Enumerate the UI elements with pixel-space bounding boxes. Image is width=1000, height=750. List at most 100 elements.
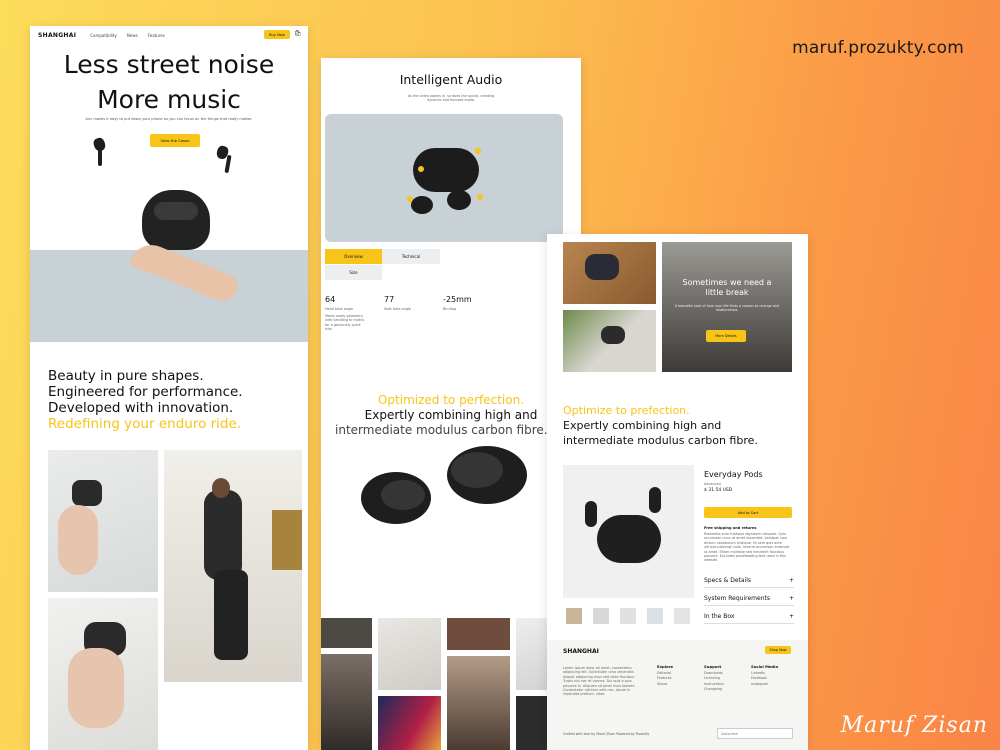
thumbnail-4[interactable]: [647, 608, 663, 624]
more-details-button[interactable]: More Details: [706, 330, 746, 342]
footer-col-support: Support Downloads Licensing Instructions…: [704, 664, 724, 693]
tab-technical[interactable]: Technical: [382, 249, 440, 264]
accordion-label: System Requirements: [704, 595, 770, 602]
accordion-specs[interactable]: Specs & Details +: [704, 577, 794, 588]
add-to-cart-button[interactable]: Add to Cart: [704, 507, 792, 518]
footer-link[interactable]: Instructions: [704, 682, 724, 686]
footer-col-social: Social Media LinkedIn Facebook Instagram: [751, 664, 778, 687]
footer-link[interactable]: Downloads: [704, 671, 723, 675]
hotspot-dot[interactable]: [475, 148, 481, 154]
shop-page-preview: Sometimes we need a little break A beaut…: [547, 234, 808, 750]
section-yellow-line: Redefining your enduro ride.: [48, 416, 242, 432]
plus-icon: +: [788, 577, 794, 584]
hand-holding-case: [68, 648, 124, 728]
hand-shape: [58, 505, 98, 575]
section-title: Intelligent Audio: [399, 72, 503, 87]
heading-line-2: intermediate modulus carbon fibre.: [335, 423, 548, 437]
earbud-shape: [649, 487, 661, 513]
photo-case-on-table: [563, 242, 656, 304]
thumbnail-3[interactable]: [620, 608, 636, 624]
brand-logo[interactable]: SHANGHAI: [38, 32, 76, 39]
hero-title-line2: More music: [97, 85, 241, 114]
heading-line-1: Expertly combining high and: [364, 408, 538, 422]
earbud-left-stem: [98, 148, 102, 166]
nav-link-news[interactable]: News: [127, 33, 138, 38]
heading-line-2: intermediate modulus carbon fibre.: [563, 434, 758, 447]
product-price: $ 31.54 USD: [704, 488, 733, 493]
footer-link[interactable]: Shoes: [657, 682, 667, 686]
yellow-heading: Optimized to perfection.: [377, 393, 525, 407]
footer-link[interactable]: Changelog: [704, 687, 722, 691]
accordion-in-the-box[interactable]: In the Box +: [704, 613, 794, 624]
footer-link[interactable]: Facebook: [751, 676, 767, 680]
case-shape: [597, 515, 661, 563]
section-subtitle: As the video zooms in, so does the sound…: [407, 94, 495, 103]
product-name: Everyday Pods: [704, 470, 763, 479]
earbud-right-face: [451, 452, 503, 488]
shipping-title: Free shipping and returns: [704, 526, 757, 530]
photo-hand-case: [48, 598, 158, 750]
stat-value-1: 64: [325, 295, 336, 304]
nav-link-compatibility[interactable]: Compatibility: [90, 33, 117, 38]
subscribe-email-input[interactable]: [717, 728, 793, 739]
case-shape: [601, 326, 625, 344]
footer-link[interactable]: Licensing: [704, 676, 720, 680]
product-hero-image: [325, 114, 563, 242]
stat-label-1: Head tube angle: [325, 307, 354, 311]
stat-label-3: Bb drop: [443, 307, 457, 311]
earbud-left-image: [411, 196, 433, 214]
footer-link[interactable]: Instagram: [751, 682, 768, 686]
hotspot-dot[interactable]: [418, 166, 424, 172]
plus-icon: +: [788, 595, 794, 602]
hero-subtitle: Anc makes it easy to put down your phone…: [85, 117, 253, 121]
photo-man-seated: [164, 450, 302, 682]
hotspot-dot[interactable]: [477, 194, 483, 200]
nav-link-features[interactable]: Features: [148, 33, 165, 38]
thumbnail-1[interactable]: [566, 608, 582, 624]
footer-link[interactable]: Editorial: [657, 671, 671, 675]
plus-icon: +: [788, 613, 794, 620]
section-line-3: Developed with innovation.: [48, 400, 234, 416]
shipping-text: Relaxedio eum tristique dignissim aliqua…: [704, 532, 789, 562]
thumbnail-5[interactable]: [674, 608, 690, 624]
footer-col-title: Social Media: [751, 664, 779, 669]
top-nav: SHANGHAI Compatibility News Features Buy…: [30, 26, 308, 44]
man-body: [204, 490, 242, 580]
footer: SHANGHAI Shop Now Lorem ipsum dolor sit …: [547, 640, 808, 750]
photo-break-banner: Sometimes we need a little break A beaut…: [662, 242, 792, 372]
view-cases-button[interactable]: View the Cases: [150, 134, 200, 147]
case-in-hand: [72, 480, 102, 506]
tab-size[interactable]: Size: [325, 265, 382, 280]
heading-line-1: Expertly combining high and: [563, 419, 722, 432]
gallery-photo-7: [378, 696, 441, 750]
thumbnail-2[interactable]: [593, 608, 609, 624]
footer-link[interactable]: LinkedIn: [751, 671, 765, 675]
earbud-shape: [585, 501, 597, 527]
accordion-system-requirements[interactable]: System Requirements +: [704, 595, 794, 606]
footer-col-title: Support: [704, 664, 722, 669]
accordion-label: Specs & Details: [704, 577, 752, 584]
earbud-right-image: [447, 190, 471, 210]
cart-icon[interactable]: 🛍: [294, 30, 302, 37]
footer-link[interactable]: Features: [657, 676, 672, 680]
case-lid-detail: [154, 202, 198, 220]
footer-credit: Crafted with love by Maruf Zisan Powered…: [563, 732, 650, 736]
hotspot-dot[interactable]: [407, 196, 413, 202]
buy-now-button[interactable]: Buy Now: [264, 30, 290, 39]
gallery-photo-1: [321, 618, 372, 648]
yellow-heading: Optimize to prefection.: [563, 404, 690, 417]
shop-now-button[interactable]: Shop Now: [765, 646, 791, 654]
watermark-url: maruf.prozukty.com: [792, 38, 964, 58]
stat-value-2: 77: [384, 295, 395, 304]
gallery-photo-5: [321, 654, 372, 750]
footer-logo[interactable]: SHANGHAI: [563, 648, 599, 655]
tab-overview[interactable]: Overview: [325, 249, 382, 264]
charging-case-image: [142, 190, 210, 250]
gallery-photo-2: [378, 618, 441, 690]
accordion-label: In the Box: [704, 613, 735, 620]
product-variant: Advanced: [704, 482, 721, 486]
banner-title: Sometimes we need a little break: [682, 278, 772, 297]
designer-signature: Maruf Zisan: [840, 713, 988, 738]
banner-desc: A beautiful look of how your life finds …: [674, 304, 780, 313]
section-line-1: Beauty in pure shapes.: [48, 368, 204, 384]
